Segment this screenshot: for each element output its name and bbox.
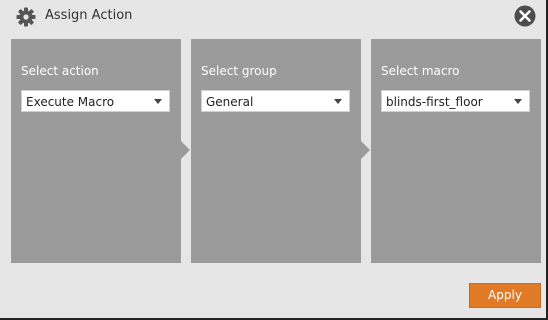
dialog-title: Assign Action [45,8,133,23]
gear-icon [16,7,36,27]
assign-action-dialog: Assign Action Select action Execute Macr… [0,0,548,320]
chevron-down-icon [334,99,342,104]
select-macro-dropdown[interactable]: blinds-first_floor [381,90,530,112]
step-arrow-icon [181,141,190,159]
select-group-label: Select group [201,64,277,78]
dialog-header: Assign Action [0,0,546,34]
select-action-value: Execute Macro [26,95,115,109]
select-macro-label: Select macro [381,64,460,78]
select-macro-panel: Select macro blinds-first_floor [371,39,541,263]
chevron-down-icon [514,99,522,104]
select-action-panel: Select action Execute Macro [11,39,181,263]
select-group-dropdown[interactable]: General [201,90,350,112]
select-action-label: Select action [21,64,99,78]
close-icon[interactable] [514,5,536,27]
select-macro-value: blinds-first_floor [386,95,483,109]
select-group-panel: Select group General [191,39,361,263]
chevron-down-icon [154,99,162,104]
select-group-value: General [206,95,254,109]
step-arrow-icon [361,141,370,159]
select-action-dropdown[interactable]: Execute Macro [21,90,170,112]
apply-button[interactable]: Apply [469,283,541,308]
